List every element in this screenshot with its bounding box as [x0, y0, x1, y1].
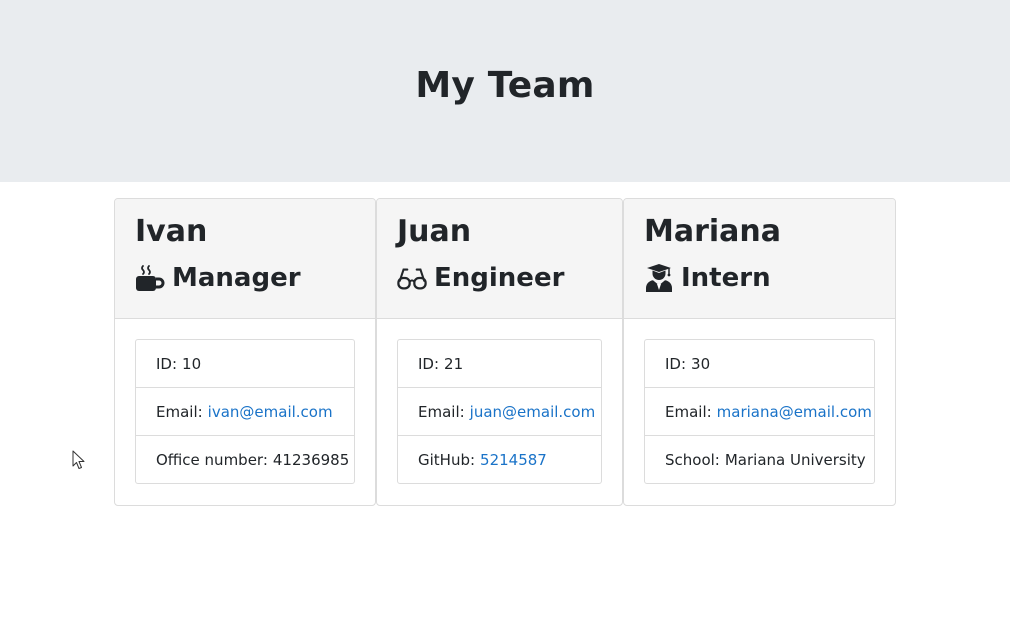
mouse-cursor-icon	[72, 450, 86, 470]
email-label: Email:	[665, 402, 712, 421]
employee-name: Mariana	[644, 214, 782, 249]
github-label: GitHub:	[418, 450, 476, 469]
graduate-icon	[644, 263, 674, 293]
list-item-id: ID: 21	[398, 340, 601, 388]
school-value: Mariana University	[724, 450, 866, 469]
email-link[interactable]: ivan@email.com	[208, 403, 333, 421]
glasses-icon	[397, 263, 427, 293]
card-header: Mariana Intern	[624, 199, 895, 319]
employee-card-intern: Mariana Intern ID: 30 Email: mariana@ema…	[623, 198, 896, 506]
card-body: ID: 21 Email: juan@email.com GitHub: 521…	[377, 319, 622, 484]
list-item-github: GitHub: 5214587	[398, 436, 601, 483]
card-header: Juan Engineer	[377, 199, 622, 319]
id-value: 21	[444, 354, 464, 373]
office-number-label: Office number:	[156, 450, 268, 469]
school-label: School:	[665, 450, 720, 469]
role-label: Engineer	[434, 263, 565, 293]
employee-role: Intern	[644, 261, 895, 295]
list-item-school: School: Mariana University	[645, 436, 874, 483]
page-title: My Team	[415, 64, 595, 106]
id-label: ID:	[418, 354, 440, 373]
email-label: Email:	[156, 402, 203, 421]
card-header: Ivan Manager	[115, 199, 375, 319]
list-item-email: Email: ivan@email.com	[136, 388, 354, 436]
role-label: Manager	[172, 263, 301, 293]
employee-card-engineer: Juan Engineer ID: 21 Email: juan@email.c…	[376, 198, 623, 506]
page-header: My Team	[0, 0, 1010, 182]
employee-role: Engineer	[397, 261, 622, 295]
details-list: ID: 30 Email: mariana@email.com School: …	[644, 339, 875, 484]
id-value: 10	[182, 354, 202, 373]
github-link[interactable]: 5214587	[480, 451, 547, 469]
id-label: ID:	[665, 354, 687, 373]
list-item-office-number: Office number: 41236985	[136, 436, 354, 483]
employee-card-manager: Ivan Manager ID: 10 Email: ivan@email.co…	[114, 198, 376, 506]
list-item-email: Email: juan@email.com	[398, 388, 601, 436]
list-item-id: ID: 10	[136, 340, 354, 388]
list-item-email: Email: mariana@email.com	[645, 388, 874, 436]
details-list: ID: 21 Email: juan@email.com GitHub: 521…	[397, 339, 602, 484]
details-list: ID: 10 Email: ivan@email.com Office numb…	[135, 339, 355, 484]
mug-icon	[135, 263, 165, 293]
list-item-id: ID: 30	[645, 340, 874, 388]
email-link[interactable]: mariana@email.com	[717, 403, 872, 421]
card-body: ID: 30 Email: mariana@email.com School: …	[624, 319, 895, 484]
office-number-value: 41236985	[272, 450, 350, 469]
employee-name: Juan	[397, 214, 472, 249]
email-label: Email:	[418, 402, 465, 421]
id-value: 30	[691, 354, 711, 373]
card-body: ID: 10 Email: ivan@email.com Office numb…	[115, 319, 375, 484]
role-label: Intern	[681, 263, 771, 293]
employee-name: Ivan	[135, 214, 208, 249]
id-label: ID:	[156, 354, 178, 373]
email-link[interactable]: juan@email.com	[470, 403, 596, 421]
employee-role: Manager	[135, 261, 375, 295]
